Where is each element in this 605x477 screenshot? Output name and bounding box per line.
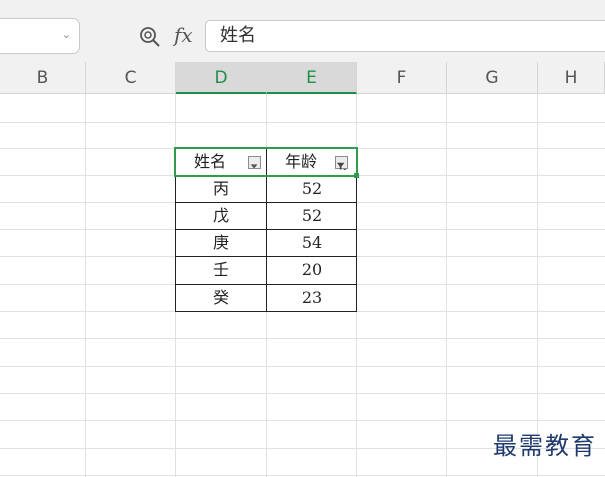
fx-icon[interactable]: fx [174, 23, 193, 47]
table-cell[interactable]: 戊 [176, 202, 266, 229]
column-header-c[interactable]: C [86, 62, 176, 94]
fill-handle[interactable] [354, 173, 359, 178]
zoom-icon[interactable] [139, 26, 161, 48]
column-header-b[interactable]: B [0, 62, 86, 94]
table-border [175, 256, 357, 257]
table-cell[interactable]: 23 [267, 284, 357, 311]
table-border [266, 148, 267, 312]
column-header-g[interactable]: G [447, 62, 538, 94]
table-cell[interactable]: 壬 [176, 256, 266, 284]
column-header-h[interactable]: H [538, 62, 605, 94]
filter-dropdown-name[interactable] [248, 156, 261, 169]
table-border [175, 175, 357, 176]
table-border [175, 229, 357, 230]
table-cell[interactable]: 54 [267, 229, 357, 256]
table-border [175, 148, 176, 312]
watermark: 最需教育 [493, 432, 597, 460]
column-header-d[interactable]: D [176, 62, 267, 94]
filter-active-age[interactable] [335, 156, 348, 170]
chevron-down-icon[interactable]: ⌄ [62, 28, 71, 41]
table-cell[interactable]: 癸 [176, 284, 266, 311]
table-cell[interactable]: 52 [267, 202, 357, 229]
column-header-f[interactable]: F [357, 62, 447, 94]
name-box[interactable]: ⌄ [0, 18, 80, 54]
table-border [175, 284, 357, 285]
dropdown-arrow-icon [250, 164, 258, 169]
table-cell[interactable]: 52 [267, 175, 357, 202]
formula-bar: ⌄ fx 姓名 [0, 0, 605, 62]
table-cell[interactable]: 20 [267, 256, 357, 284]
column-header-e[interactable]: E [267, 62, 357, 94]
table-border [175, 202, 357, 203]
table-cell[interactable]: 庚 [176, 229, 266, 256]
filter-funnel-icon [336, 162, 347, 170]
table-border [175, 311, 357, 312]
formula-input[interactable]: 姓名 [205, 20, 605, 52]
table-cell[interactable]: 丙 [176, 175, 266, 202]
